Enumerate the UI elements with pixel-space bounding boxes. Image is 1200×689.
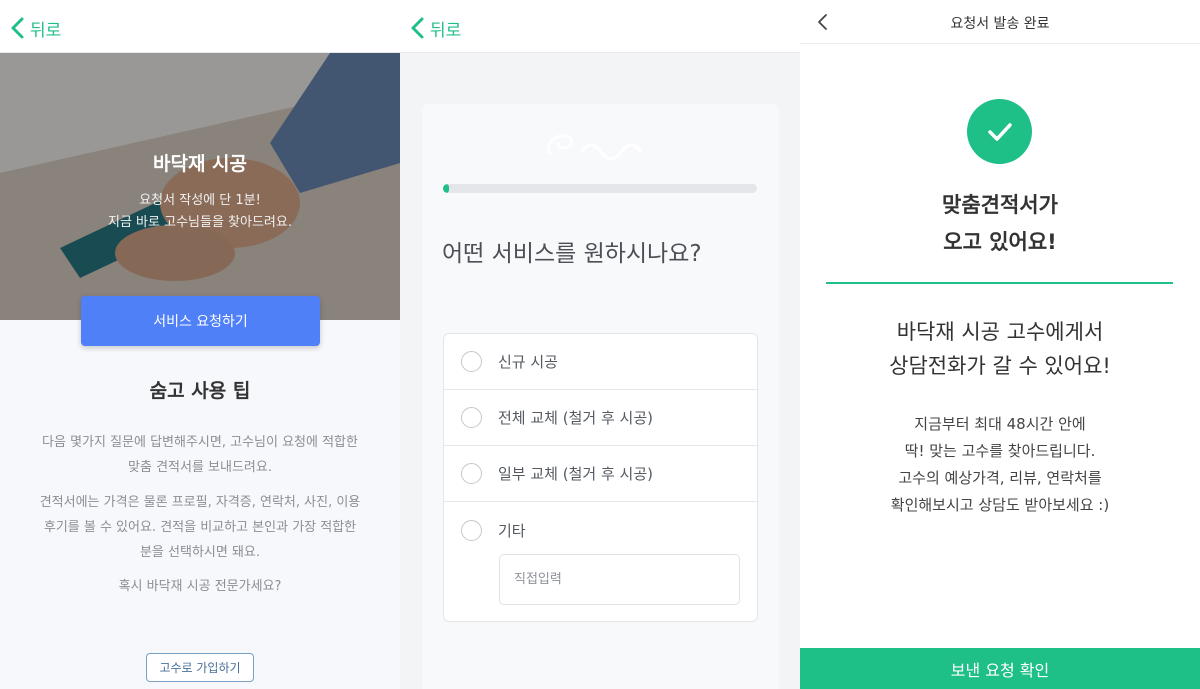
hero-title: 바닥재 시공: [152, 153, 247, 175]
progress-bar: [443, 184, 757, 193]
direct-input-field[interactable]: [499, 554, 740, 605]
view-sent-request-button[interactable]: 보낸 요청 확인: [800, 648, 1200, 689]
message-line1: 바닥재 시공 고수에게서: [896, 320, 1104, 344]
back-label: 뒤로: [30, 20, 62, 41]
tips-para2-line1: 견적서에는 가격은 물론 프로필, 자격증, 연락처, 사진, 이용: [39, 495, 361, 510]
page-title: 요청서 발송 완료: [950, 16, 1050, 32]
tips-para2-line3: 분을 선택하시면 돼요.: [139, 545, 261, 560]
radio-icon[interactable]: [461, 351, 482, 372]
service-question-screen: 뒤로 어떤 서비스를 원하시나요? 신규 시공 전체 교체 (철거 후 시공) …: [400, 0, 800, 689]
tips-title: 숨고 사용 팁: [149, 380, 251, 402]
hero-subtitle-line2: 지금 바로 고수님들을 찾아드려요.: [108, 215, 292, 230]
option-label: 기타: [498, 521, 526, 540]
pro-question: 혹시 바닥재 시공 전문가세요?: [118, 579, 282, 594]
hero-overlay: [0, 53, 400, 320]
tips-para2-line2: 후기를 볼 수 있어요. 견적을 비교하고 본인과 가장 적합한: [43, 520, 357, 535]
option-new-install[interactable]: 신규 시공: [444, 334, 757, 390]
option-other[interactable]: 기타: [444, 502, 757, 558]
top-bar: 뒤로: [0, 0, 400, 53]
info-line2: 딱! 맞는 고수를 찾아드립니다.: [904, 442, 1096, 460]
info-line1: 지금부터 최대 48시간 안에: [914, 415, 1086, 433]
chevron-left-icon: [410, 15, 426, 41]
option-label: 일부 교체 (철거 후 시공): [498, 465, 653, 483]
options-list: 신규 시공 전체 교체 (철거 후 시공) 일부 교체 (철거 후 시공) 기타: [443, 333, 758, 622]
check-icon: [967, 99, 1032, 164]
info-line4: 확인해보시고 상담도 받아보세요 :): [890, 496, 1110, 514]
info-line3: 고수의 예상가격, 리뷰, 연락처를: [898, 469, 1102, 487]
hero-subtitle-line1: 요청서 작성에 단 1분!: [139, 193, 261, 208]
radio-icon[interactable]: [461, 407, 482, 428]
tips-para1-line2: 맞춤 견적서를 보내드려요.: [128, 460, 272, 475]
join-as-pro-button[interactable]: 고수로 가입하기: [146, 653, 254, 682]
radio-icon[interactable]: [461, 519, 482, 541]
divider: [826, 282, 1173, 284]
progress-fill: [443, 184, 450, 193]
message-line2: 상담전화가 갈 수 있어요!: [889, 354, 1111, 378]
back-label: 뒤로: [430, 20, 462, 41]
back-button[interactable]: 뒤로: [410, 15, 461, 41]
headline-line2: 오고 있어요!: [943, 230, 1057, 254]
chevron-left-icon: [10, 15, 26, 41]
hero-banner: 바닥재 시공 요청서 작성에 단 1분! 지금 바로 고수님들을 찾아드려요.: [0, 53, 400, 320]
option-partial-replace[interactable]: 일부 교체 (철거 후 시공): [444, 446, 757, 502]
option-label: 신규 시공: [498, 353, 558, 371]
top-bar: 뒤로: [400, 0, 800, 53]
option-full-replace[interactable]: 전체 교체 (철거 후 시공): [444, 390, 757, 446]
back-button[interactable]: 뒤로: [10, 15, 61, 41]
tips-para1-line1: 다음 몇가지 질문에 답변해주시면, 고수님이 요청에 적합한: [42, 435, 358, 450]
headline-line1: 맞춤견적서가: [942, 193, 1058, 217]
logo-watermark: [422, 128, 779, 169]
service-intro-screen: 뒤로 바닥재 시공 요청서 작성에 단 1분! 지금 바로 고수님들을 찾아드려…: [0, 0, 400, 689]
option-label: 전체 교체 (철거 후 시공): [498, 409, 653, 427]
service-request-button[interactable]: 서비스 요청하기: [81, 296, 320, 346]
question-card: 어떤 서비스를 원하시나요? 신규 시공 전체 교체 (철거 후 시공) 일부 …: [422, 104, 779, 689]
top-bar: 요청서 발송 완료: [800, 0, 1200, 44]
question-title: 어떤 서비스를 원하시나요?: [442, 241, 702, 267]
radio-icon[interactable]: [461, 463, 482, 484]
request-sent-screen: 요청서 발송 완료 맞춤견적서가 오고 있어요! 바닥재 시공 고수에게서 상담…: [800, 0, 1200, 689]
